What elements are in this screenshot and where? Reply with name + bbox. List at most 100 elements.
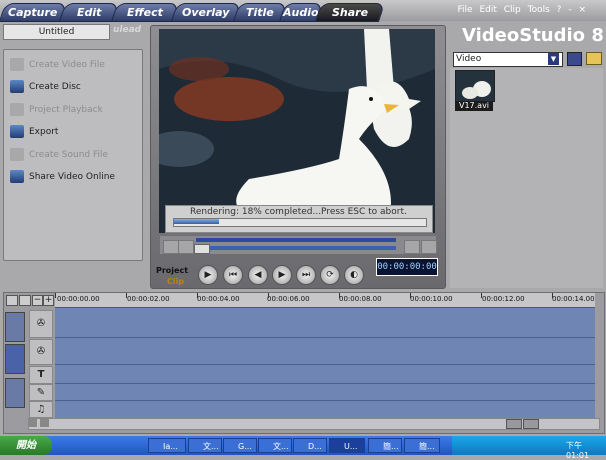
music-track-note-icon[interactable]: ♫ [29,401,53,418]
track-divider [55,364,595,365]
track-divider [55,337,595,338]
track-divider [55,400,595,401]
menu-tools[interactable]: Tools [528,5,550,15]
overlay-track-film-reel-icon[interactable]: ✇ [29,339,53,365]
mark-in-button[interactable] [163,240,179,254]
timeline-view-button[interactable] [19,295,31,306]
trim-bar[interactable] [196,238,396,242]
taskbar-item[interactable]: 文... [258,438,292,453]
tab-edit[interactable]: Edit [58,3,120,22]
app-brand-logo: VideoStudio 8 [462,25,604,46]
menu-edit[interactable]: Edit [479,5,496,15]
ruler-tick [55,293,56,298]
ruler-tick [268,293,269,298]
cut-clip-button[interactable] [404,240,420,254]
repeat-button[interactable]: ⟳ [320,265,340,285]
timecode-display[interactable]: 00:00:00:00 [376,258,438,276]
create-sound-file-button[interactable]: Create Sound File [10,146,108,164]
voice-track-microphone-icon[interactable]: ✎ [29,384,53,401]
ruler-tick [197,293,198,298]
ulead-logo: ulead [113,25,142,35]
ruler-label: 00:00:12.00 [482,295,525,303]
duck-video-frame [159,29,435,233]
edit-mode-tab[interactable] [5,312,25,342]
ruler-tick [481,293,482,298]
menu-clip[interactable]: Clip [504,5,521,15]
minimize-button[interactable]: - [568,5,571,15]
taskbar-item[interactable]: 簡... [368,438,402,453]
tab-capture[interactable]: Capture [0,3,68,22]
start-button[interactable]: 開始 [0,436,52,455]
ruler-label: 00:00:06.00 [267,295,310,303]
disc-icon [10,80,24,93]
render-status-text: Rendering: 18% completed...Press ESC to … [190,207,407,217]
tab-share[interactable]: Share [314,3,386,22]
play-button[interactable]: ▶ [198,265,218,285]
ruler-label: 00:00:10.00 [410,295,453,303]
taskbar-item[interactable]: Ia... [148,438,186,453]
film-reel-icon [10,58,24,71]
quick-launch [68,440,116,452]
fit-project-button[interactable] [523,419,539,429]
chevron-down-icon[interactable]: ▼ [548,53,559,65]
zoom-in-button[interactable]: + [43,295,54,306]
taskbar-item[interactable]: 文... [188,438,222,453]
taskbar-item-active[interactable]: U... [329,438,365,453]
zoom-out-button[interactable]: − [32,295,43,306]
timeline-ruler[interactable]: 00:00:00.00 00:00:02.00 00:00:04.00 00:0… [55,293,595,308]
taskbar-item[interactable]: G... [223,438,257,453]
audio-mode-tab[interactable] [5,378,25,408]
timeline-zoom-control[interactable] [506,419,522,429]
storyboard-view-button[interactable] [6,295,18,306]
monitor-icon [10,103,24,116]
project-mode-label[interactable]: Project [156,266,188,275]
taskbar-item[interactable]: D... [293,438,327,453]
scroll-right-button[interactable] [40,419,49,427]
create-disc-button[interactable]: Create Disc [10,78,81,96]
tab-effect[interactable]: Effect [110,3,180,22]
overlay-mode-tab[interactable] [5,344,25,374]
help-button[interactable]: ? [557,5,562,15]
ruler-label: 00:00:00.00 [57,295,100,303]
clip-thumbnail[interactable] [455,70,495,102]
menu-bar: File Edit Clip Tools ? - × [454,5,587,15]
close-button[interactable]: × [578,5,586,15]
volume-button[interactable]: ◐ [344,265,364,285]
clock[interactable]: 下午 01:01 [566,440,606,460]
video-preview [159,29,435,233]
clip-mode-label[interactable]: Clip [167,277,184,286]
project-title: Untitled [3,24,110,40]
ruler-label: 00:00:08.00 [339,295,382,303]
folder-icon[interactable] [586,52,602,65]
ruler-tick [126,293,127,298]
track-divider [55,383,595,384]
end-button[interactable]: ⏭ [296,265,316,285]
video-track-film-reel-icon[interactable]: ✇ [29,310,53,338]
menu-file[interactable]: File [458,5,473,15]
library-category-select[interactable]: Video [453,52,563,67]
project-playback-button[interactable]: Project Playback [10,101,103,119]
tab-overlay[interactable]: Overlay [170,3,242,22]
ruler-tick [552,293,553,298]
ruler-label: 00:00:04.00 [197,295,240,303]
scrub-bar[interactable] [196,246,396,250]
enlarge-preview-button[interactable] [421,240,437,254]
export-button[interactable]: Export [10,123,58,141]
home-button[interactable]: ⏮ [223,265,243,285]
timeline-tracks[interactable] [55,308,595,418]
share-options-panel: Create Video File Create Disc Project Pl… [3,49,143,261]
title-track-t-icon[interactable]: T [29,366,53,384]
create-video-file-button[interactable]: Create Video File [10,56,105,74]
clip-name: V17.avi [455,101,493,111]
mark-out-button[interactable] [178,240,194,254]
previous-frame-button[interactable]: ◀ [248,265,268,285]
import-media-button[interactable] [567,52,582,66]
ruler-label: 00:00:02.00 [127,295,170,303]
scroll-left-button[interactable] [28,419,37,427]
export-icon [10,125,24,138]
ruler-tick [339,293,340,298]
taskbar-item[interactable]: 簡... [404,438,440,453]
jog-slider-thumb[interactable] [194,244,210,254]
share-video-online-button[interactable]: Share Video Online [10,168,115,186]
next-frame-button[interactable]: ▶ [272,265,292,285]
